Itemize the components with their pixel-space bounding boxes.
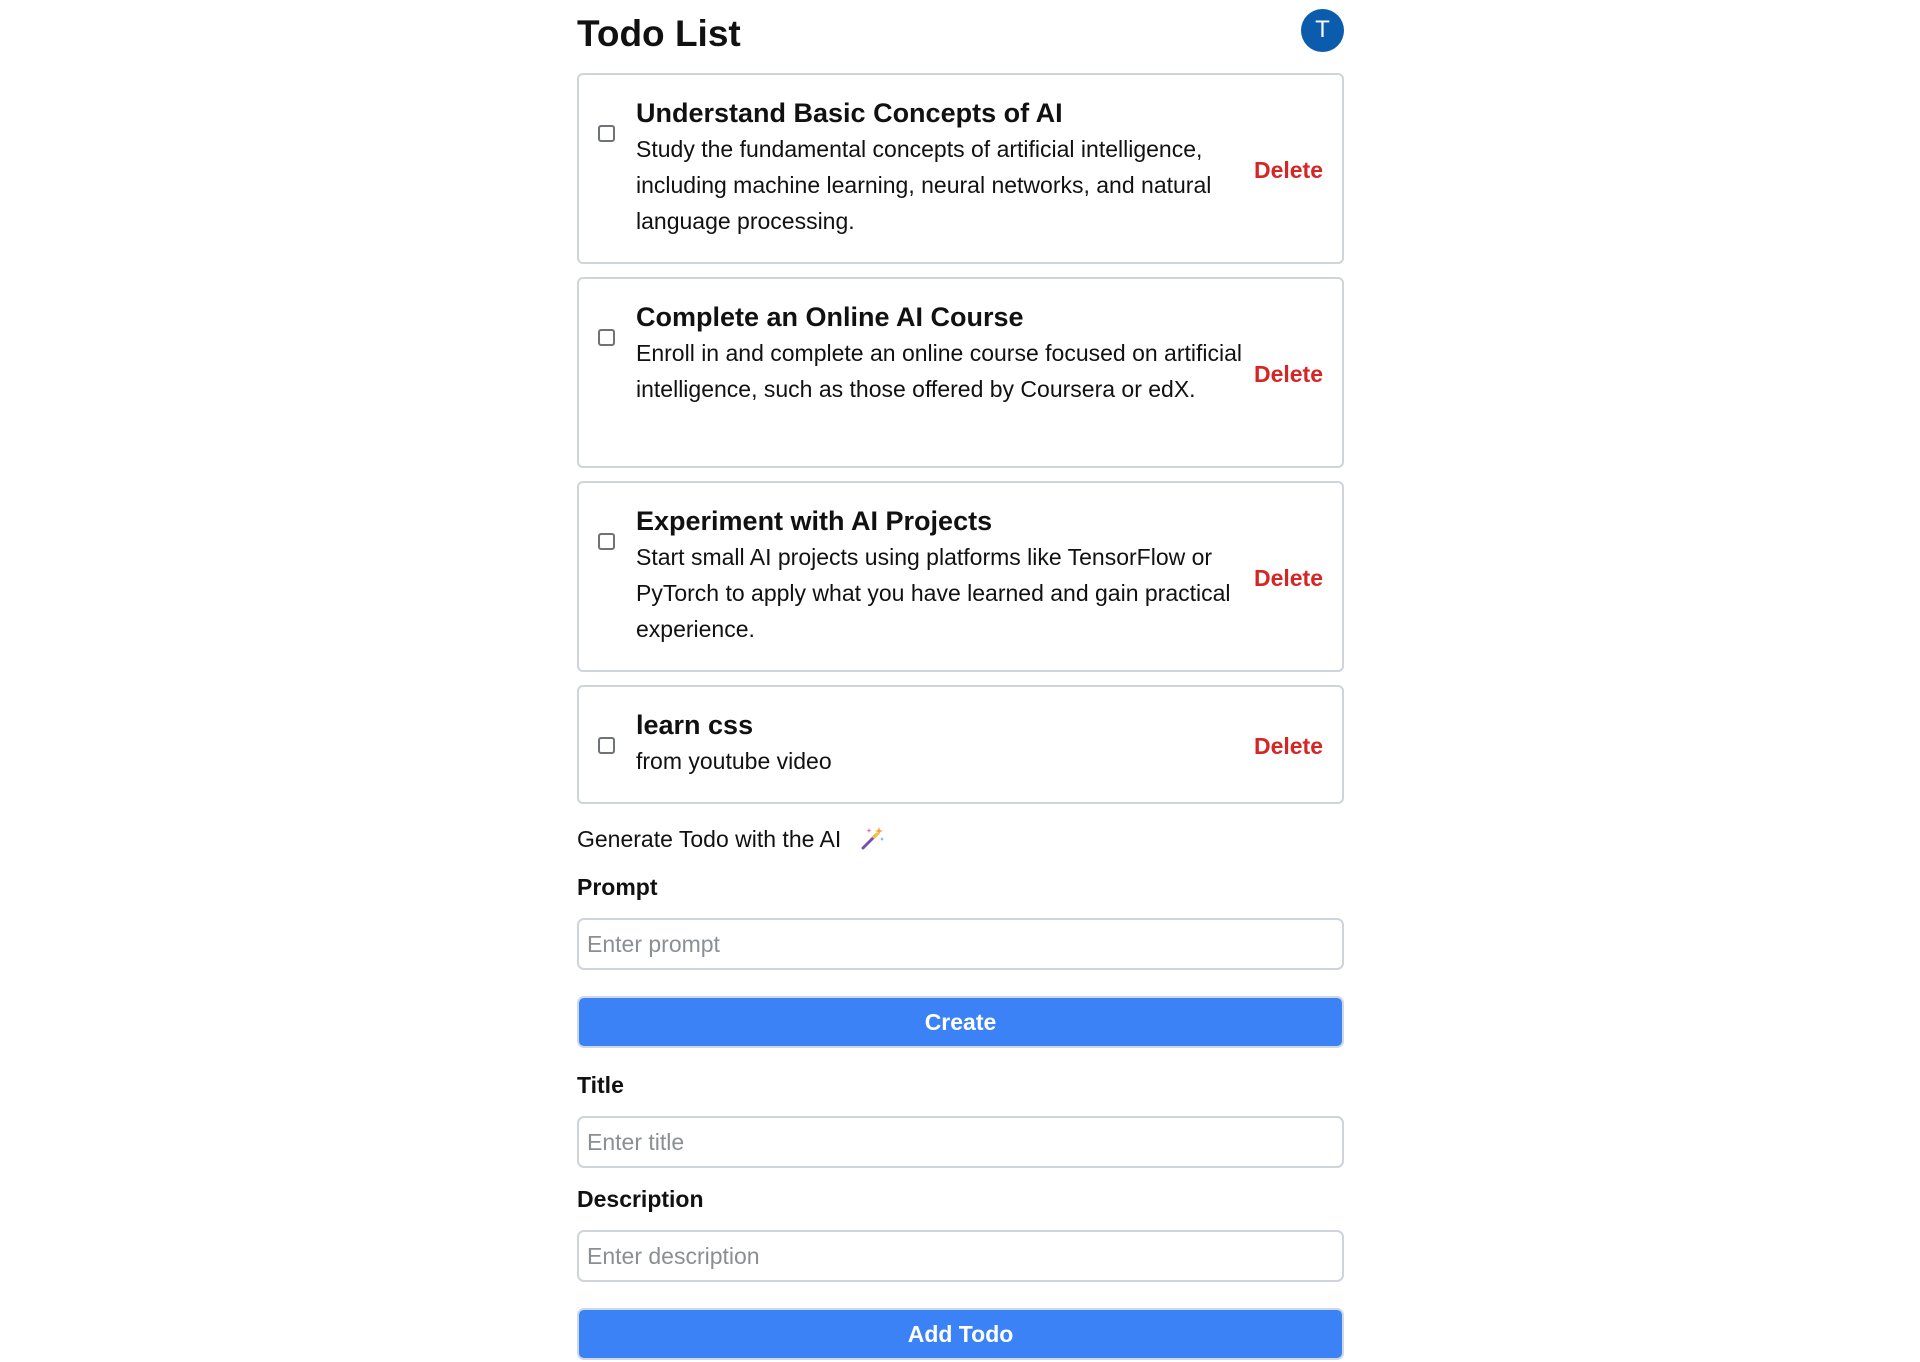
description-label: Description bbox=[577, 1186, 704, 1212]
todo-checkbox[interactable] bbox=[598, 125, 615, 142]
description-input[interactable] bbox=[577, 1230, 1344, 1282]
todo-title: Understand Basic Concepts of AI bbox=[636, 98, 1063, 128]
todo-item: learn css from youtube video Delete bbox=[577, 685, 1344, 804]
prompt-label: Prompt bbox=[577, 874, 658, 900]
delete-button[interactable]: Delete bbox=[1254, 360, 1323, 388]
todo-item: Experiment with AI Projects Start small … bbox=[577, 481, 1344, 672]
add-todo-button[interactable]: Add Todo bbox=[577, 1308, 1344, 1360]
header: Todo List T bbox=[577, 0, 1344, 72]
todo-checkbox[interactable] bbox=[598, 533, 615, 550]
delete-button[interactable]: Delete bbox=[1254, 564, 1323, 592]
todo-body: learn css from youtube video bbox=[636, 707, 1253, 779]
todo-description: Study the fundamental concepts of artifi… bbox=[636, 136, 1212, 234]
magic-wand-icon bbox=[860, 825, 886, 858]
todo-app: Todo List T Understand Basic Concepts of… bbox=[577, 0, 1344, 1360]
todo-title: learn css bbox=[636, 710, 754, 740]
todo-title: Complete an Online AI Course bbox=[636, 302, 1024, 332]
todo-description: Start small AI projects using platforms … bbox=[636, 544, 1231, 642]
todo-body: Experiment with AI Projects Start small … bbox=[636, 503, 1253, 647]
todo-checkbox[interactable] bbox=[598, 737, 615, 754]
todo-checkbox[interactable] bbox=[598, 329, 615, 346]
delete-button[interactable]: Delete bbox=[1254, 156, 1323, 184]
avatar[interactable]: T bbox=[1301, 9, 1344, 52]
todo-body: Understand Basic Concepts of AI Study th… bbox=[636, 95, 1253, 239]
prompt-input[interactable] bbox=[577, 918, 1344, 970]
todo-description: Enroll in and complete an online course … bbox=[636, 340, 1243, 402]
todo-item: Complete an Online AI Course Enroll in a… bbox=[577, 277, 1344, 468]
ai-generate-heading-text: Generate Todo with the AI bbox=[577, 826, 842, 852]
title-input[interactable] bbox=[577, 1116, 1344, 1168]
page: Todo List T Understand Basic Concepts of… bbox=[0, 0, 1920, 1362]
todo-body: Complete an Online AI Course Enroll in a… bbox=[636, 299, 1253, 407]
title-label: Title bbox=[577, 1072, 624, 1098]
todo-title: Experiment with AI Projects bbox=[636, 506, 993, 536]
page-title: Todo List bbox=[577, 13, 741, 54]
create-button[interactable]: Create bbox=[577, 996, 1344, 1048]
delete-button[interactable]: Delete bbox=[1254, 732, 1323, 760]
todo-description: from youtube video bbox=[636, 748, 832, 774]
ai-generate-heading: Generate Todo with the AI bbox=[577, 824, 886, 858]
todo-item: Understand Basic Concepts of AI Study th… bbox=[577, 73, 1344, 264]
